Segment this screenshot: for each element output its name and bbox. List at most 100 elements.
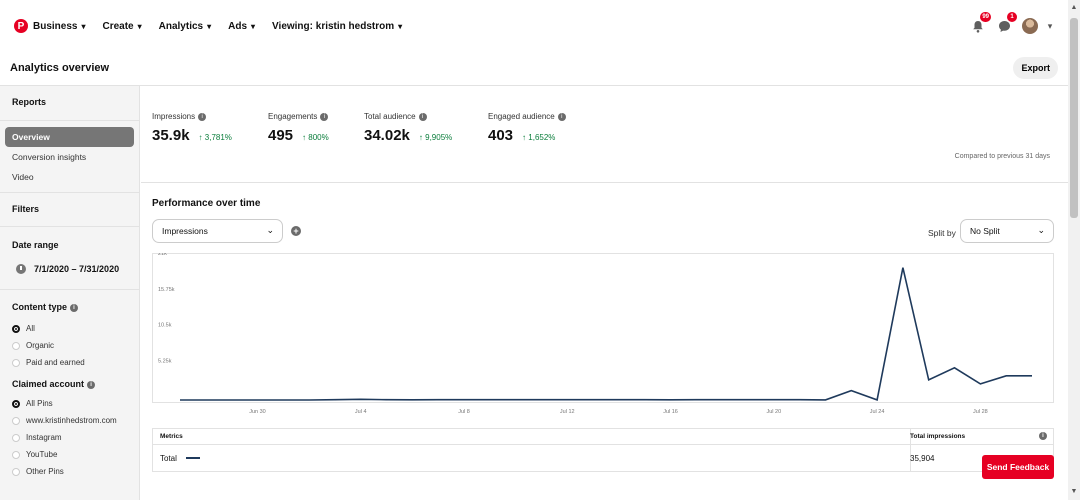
content-type-organic[interactable]: Organic [0, 337, 139, 354]
info-icon[interactable]: i [70, 303, 78, 312]
x-tick-label: Jul 12 [560, 409, 575, 415]
metric-change: ↑ 3,781% [199, 133, 232, 142]
top-nav: P Business ▾ Create ▾ Analytics ▾ Ads ▾ View… [0, 0, 1068, 52]
metric-label-text: Total audience [364, 112, 416, 121]
metric-label: Engagements i [268, 112, 329, 121]
radio-label: www.kristinhedstrom.com [26, 416, 117, 425]
messages-badge: 1 [1007, 12, 1017, 22]
nav-business[interactable]: Business ▾ [33, 21, 85, 32]
radio[interactable] [12, 450, 20, 459]
date-range-label: Date range [12, 240, 59, 250]
x-tick-label: Jul 28 [973, 409, 988, 415]
metric-impressions: Impressions i 35.9k ↑ 3,781% [152, 112, 232, 144]
x-tick-label: Jul 16 [663, 409, 678, 415]
pinterest-logo-icon[interactable]: P [14, 19, 28, 33]
nav-viewing-account[interactable]: Viewing: kristin hedstrom ▾ [272, 21, 402, 32]
nav-ads[interactable]: Ads ▾ [228, 21, 255, 32]
page-title: Analytics overview [10, 62, 110, 74]
radio-label: All Pins [26, 399, 53, 408]
date-range-picker[interactable]: 7/1/2020 – 7/31/2020 [0, 259, 139, 279]
account-chevron-icon[interactable]: ▾ [1044, 16, 1056, 36]
metrics-table: Metrics Total impressions i Total 35,904 [152, 428, 1054, 472]
y-tick-label: 5.25k [158, 358, 172, 364]
content-type-paid[interactable]: Paid and earned [0, 354, 139, 371]
split-by-label: Split by [928, 228, 956, 238]
chevron-down-icon: ▾ [81, 21, 86, 31]
top-right-controls: 99 1 ▾ [962, 12, 1056, 36]
info-icon[interactable]: i [557, 112, 566, 121]
claimed-youtube[interactable]: YouTube [0, 446, 139, 463]
radio-selected[interactable] [12, 324, 20, 333]
radio-label: YouTube [26, 450, 58, 459]
messages-icon[interactable]: 1 [994, 12, 1017, 36]
content-type-label: Content type i [0, 290, 139, 320]
radio-label: Paid and earned [26, 358, 85, 367]
claimed-all-pins[interactable]: All Pins [0, 395, 139, 412]
export-button[interactable]: Export [1013, 57, 1058, 79]
x-tick-label: Jun 30 [249, 409, 266, 415]
info-icon[interactable]: i [320, 112, 329, 121]
nav-analytics[interactable]: Analytics ▾ [159, 21, 211, 32]
metric-label: Total audience i [364, 112, 452, 121]
metric-label-text: Impressions [152, 112, 196, 121]
scroll-thumb[interactable] [1070, 18, 1078, 218]
radio-label: Instagram [26, 433, 62, 442]
content-type-all[interactable]: All [0, 320, 139, 337]
metric-value: 35.9k [152, 127, 190, 144]
metric-change-value: 800% [308, 133, 329, 142]
metric-value-row: 403 ↑ 1,652% [488, 127, 566, 144]
x-tick-label: Jul 24 [870, 409, 885, 415]
metric-label: Engaged audience i [488, 112, 566, 121]
info-icon[interactable]: i [1039, 432, 1047, 440]
add-metric-icon[interactable]: + [291, 226, 301, 236]
metric-value-row: 495 ↑ 800% [268, 127, 329, 144]
metric-value: 495 [268, 127, 294, 144]
notifications-bell-icon[interactable]: 99 [968, 12, 991, 36]
metrics-summary: Impressions i 35.9k ↑ 3,781% Engagements i … [141, 86, 1068, 183]
performance-chart: 21k 15.75k 10.5k 5.25k Jun 30 Jul 4 Jul 8 Jul 1… [152, 253, 1054, 415]
table-row: Total 35,904 [153, 445, 1053, 471]
radio[interactable] [12, 358, 20, 367]
send-feedback-button[interactable]: Send Feedback [982, 455, 1054, 479]
radio-selected[interactable] [12, 399, 20, 408]
sidebar-item-overview[interactable]: Overview [5, 127, 134, 147]
info-icon[interactable]: i [198, 112, 207, 121]
scrollbar[interactable]: ▲ ▼ [1068, 0, 1080, 500]
chevron-down-icon: ▾ [251, 21, 256, 31]
nav-create[interactable]: Create ▾ [102, 21, 141, 32]
claimed-other-pins[interactable]: Other Pins [0, 463, 139, 480]
nav-business-label: Business [33, 20, 78, 32]
radio-label: Organic [26, 341, 55, 350]
nav-ads-label: Ads [228, 20, 248, 32]
claimed-instagram[interactable]: Instagram [0, 429, 139, 446]
date-range-value: 7/1/2020 – 7/31/2020 [34, 264, 120, 274]
radio[interactable] [12, 416, 20, 425]
avatar[interactable] [1022, 18, 1038, 34]
metric-engaged-audience: Engaged audience i 403 ↑ 1,652% [488, 112, 566, 144]
info-icon[interactable]: i [418, 112, 427, 121]
clock-icon [16, 264, 26, 274]
claimed-website[interactable]: www.kristinhedstrom.com [0, 412, 139, 429]
sidebar-item-conversion-insights[interactable]: Conversion insights [0, 147, 139, 167]
metric-select[interactable]: Impressions ⌄ [152, 219, 283, 243]
chevron-down-icon: ▾ [398, 21, 403, 31]
compare-note: Compared to previous 31 days [954, 153, 1050, 160]
notifications-badge: 99 [980, 12, 991, 22]
claimed-account-text: Claimed account [12, 379, 85, 389]
metric-value-row: 34.02k ↑ 9,905% [364, 127, 452, 144]
table-header: Metrics Total impressions i [153, 429, 1053, 445]
metric-change: ↑ 1,652% [522, 133, 555, 142]
split-select-value: No Split [970, 226, 1000, 236]
radio[interactable] [12, 341, 20, 350]
split-select[interactable]: No Split ⌄ [960, 219, 1054, 243]
scroll-up-icon[interactable]: ▲ [1068, 2, 1080, 14]
scroll-down-icon[interactable]: ▼ [1068, 486, 1080, 498]
metrics-header: Metrics [160, 433, 183, 440]
nav-viewing-label: Viewing: kristin hedstrom [272, 20, 395, 32]
metric-label-text: Engaged audience [488, 112, 555, 121]
radio[interactable] [12, 433, 20, 442]
performance-title: Performance over time [152, 198, 261, 209]
sidebar-item-video[interactable]: Video [0, 167, 139, 187]
radio[interactable] [12, 467, 20, 476]
info-icon[interactable]: i [87, 380, 96, 389]
